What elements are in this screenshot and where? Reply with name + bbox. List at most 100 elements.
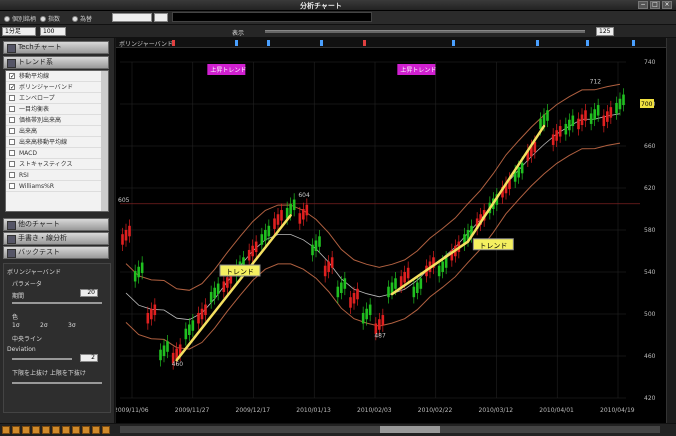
apply-option-label[interactable]: 下限を上抜け 上限を下抜け [12,368,86,377]
trend-indicators-button[interactable]: トレンド系 [3,56,109,69]
checkbox-icon[interactable] [9,117,15,123]
period-input[interactable]: 20 [80,289,98,297]
x-tick-label: 2010/04/01 [539,407,574,414]
option-slider[interactable] [12,382,102,384]
candle [546,110,549,121]
checkbox-icon[interactable] [9,106,15,112]
zoom-value[interactable]: 125 [596,27,614,36]
indicator-item[interactable]: 出来高 [6,126,108,137]
zoom-slider[interactable] [265,30,585,33]
candle [368,304,372,316]
candle [606,111,609,122]
checkbox-icon[interactable]: ✓ [9,84,15,91]
title-bar: 分析チャート − □ × [0,0,676,11]
tool-icon[interactable] [82,426,90,434]
symbol-input[interactable] [112,13,152,22]
radio-fx[interactable]: 為替 [72,14,92,23]
checkbox-icon[interactable]: ✓ [9,73,15,80]
band-2sigma[interactable]: 2σ [40,322,48,329]
candle [267,225,271,237]
candle [568,119,571,131]
candle [273,218,276,229]
indicator-label: ボリンジャーバンド [119,41,173,48]
candle [593,109,596,120]
candle [197,312,200,324]
indicator-item-label: 出来高 [19,128,38,135]
candle [216,283,220,295]
indicator-item[interactable]: ストキャスティクス [6,159,108,170]
indicator-item[interactable]: エンベロープ [6,93,108,104]
tool-icon[interactable] [62,426,70,434]
candle [137,266,140,278]
radio-dot-icon [40,15,46,22]
tool-icon[interactable] [22,426,30,434]
checkbox-icon[interactable] [9,128,15,134]
period-label: 期間 [12,293,25,300]
tool-icon[interactable] [72,426,80,434]
candle [555,130,558,141]
timeframe-select[interactable]: 1分足 [2,27,36,36]
bar-count-select[interactable]: 100 [40,27,66,36]
minimize-button[interactable]: − [638,1,648,9]
candle [251,245,254,257]
indicator-item-label: 一目均衡表 [19,106,50,113]
tool-icon[interactable] [102,426,110,434]
candle [247,249,251,261]
candle [128,225,131,237]
deviation-slider[interactable] [12,358,72,360]
band-3sigma[interactable]: 3σ [68,322,76,329]
indicator-item[interactable]: Williams%R [6,181,108,192]
chart-area[interactable]: ボリンジャーバンド 740 700 660 620 580 540 500 460 420 200… [116,38,676,423]
checkbox-icon[interactable] [9,139,15,145]
close-button[interactable]: × [662,1,672,9]
indicator-list-scrollbar[interactable] [101,71,108,211]
indicator-item[interactable]: MACD [6,148,108,159]
indicator-item[interactable]: RSI [6,170,108,181]
candle [352,293,356,304]
chart-horizontal-scrollbar[interactable] [120,426,660,433]
tech-chart-button[interactable]: Techチャート [3,41,109,54]
band-1sigma[interactable]: 1σ [12,322,20,329]
tool-icon[interactable] [12,426,20,434]
candle [264,230,267,241]
checkbox-icon[interactable] [9,150,15,156]
radio-stock[interactable]: 個別銘柄 [4,14,36,23]
radio-index[interactable]: 指数 [40,14,60,23]
indicator-item[interactable]: ✓ ボリンジャーバンド [6,82,108,93]
tool-icon[interactable] [92,426,100,434]
candle [390,282,394,293]
indicator-item[interactable]: ✓ 移動平均線 [6,71,108,82]
center-line-label[interactable]: 中央ライン [12,334,42,343]
symbol-name-display [172,12,372,22]
indicator-item[interactable]: 一目均衡表 [6,104,108,115]
indicator-item[interactable]: 出来高移動平均線 [6,137,108,148]
zoom-label: 表示 [232,30,245,37]
scroll-thumb[interactable] [380,426,440,433]
candle [162,345,166,356]
period-slider[interactable] [12,302,102,304]
candle [336,286,340,298]
symbol-lookup-button[interactable] [154,13,168,22]
deviation-input[interactable]: 2 [80,354,98,362]
tool-icon[interactable] [52,426,60,434]
param-label: パラメータ [12,281,42,288]
tool-icon[interactable] [42,426,50,434]
checkbox-icon[interactable] [9,172,15,178]
other-chart-button[interactable]: 他のチャート [3,218,109,231]
chart-vertical-scrollbar[interactable] [666,38,676,423]
drawing-tools-button[interactable]: 手書き・線分析 [3,232,109,245]
y-tick-label: 420 [644,395,656,402]
price-chart[interactable]: 740 700 660 620 580 540 500 460 420 2009/11/06 200… [116,48,666,423]
tool-icon[interactable] [32,426,40,434]
tool-icon[interactable] [2,426,10,434]
backtest-button[interactable]: バックテスト [3,246,109,259]
indicator-item[interactable]: 価格帯別出来高 [6,115,108,126]
checkbox-icon[interactable] [9,161,15,167]
bottom-tool-icons [2,426,110,434]
checkbox-icon[interactable] [9,183,15,189]
y-tick-label: 500 [644,311,656,318]
checkbox-icon[interactable] [9,95,15,101]
maximize-button[interactable]: □ [650,1,660,9]
candle [191,320,195,331]
trend-line [390,240,470,296]
